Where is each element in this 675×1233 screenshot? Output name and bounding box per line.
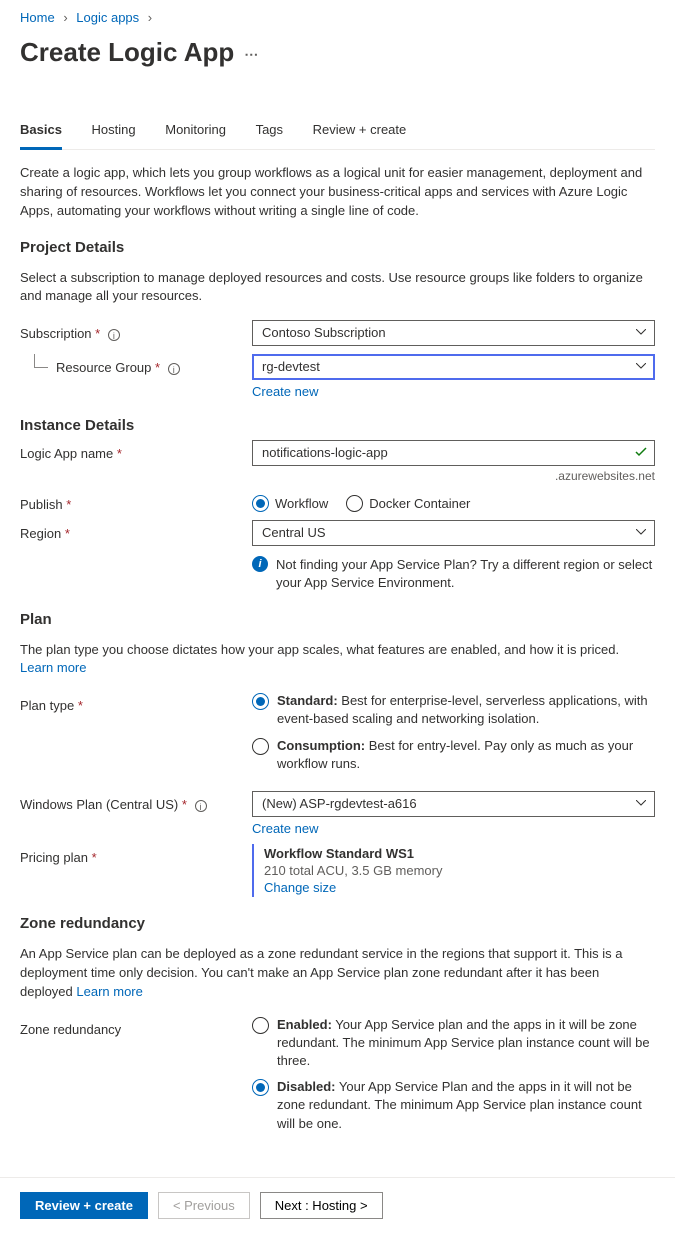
zone-redundancy-label: Zone redundancy bbox=[20, 1016, 252, 1037]
plan-heading: Plan bbox=[20, 611, 655, 628]
plan-type-standard-radio[interactable]: Standard: Best for enterprise-level, ser… bbox=[252, 692, 655, 728]
subscription-select[interactable]: Contoso Subscription bbox=[252, 320, 655, 346]
chevron-down-icon bbox=[636, 800, 646, 806]
region-select[interactable]: Central US bbox=[252, 520, 655, 546]
create-new-plan-link[interactable]: Create new bbox=[252, 821, 318, 836]
chevron-right-icon: › bbox=[63, 10, 67, 25]
zone-heading: Zone redundancy bbox=[20, 915, 655, 932]
page-title: Create Logic App⋯ bbox=[20, 37, 259, 68]
info-icon: i bbox=[252, 556, 268, 572]
create-new-rg-link[interactable]: Create new bbox=[252, 384, 318, 399]
tab-basics[interactable]: Basics bbox=[20, 114, 62, 150]
change-size-link[interactable]: Change size bbox=[264, 880, 336, 895]
plan-desc: The plan type you choose dictates how yo… bbox=[20, 641, 655, 679]
footer: Review + create < Previous Next : Hostin… bbox=[0, 1177, 675, 1233]
windows-plan-select[interactable]: (New) ASP-rgdevtest-a616 bbox=[252, 791, 655, 817]
tab-review[interactable]: Review + create bbox=[313, 114, 407, 147]
next-button[interactable]: Next : Hosting > bbox=[260, 1192, 383, 1219]
plan-type-label: Plan type * bbox=[20, 692, 252, 713]
zone-learn-more-link[interactable]: Learn more bbox=[76, 984, 142, 999]
publish-label: Publish * bbox=[20, 491, 252, 512]
zone-desc: An App Service plan can be deployed as a… bbox=[20, 945, 655, 1002]
review-create-button[interactable]: Review + create bbox=[20, 1192, 148, 1219]
info-icon[interactable]: i bbox=[195, 800, 207, 812]
region-label: Region * bbox=[20, 520, 252, 541]
region-info: i Not finding your App Service Plan? Try… bbox=[252, 556, 655, 592]
tabs: Basics Hosting Monitoring Tags Review + … bbox=[20, 114, 655, 150]
chevron-down-icon bbox=[636, 329, 646, 335]
publish-workflow-radio[interactable]: Workflow bbox=[252, 495, 328, 512]
windows-plan-label: Windows Plan (Central US) * i bbox=[20, 791, 252, 812]
resource-group-select[interactable]: rg-devtest bbox=[252, 354, 655, 380]
zone-disabled-radio[interactable]: Disabled: Your App Service Plan and the … bbox=[252, 1078, 655, 1133]
plan-learn-more-link[interactable]: Learn more bbox=[20, 660, 86, 675]
pricing-plan-card: Workflow Standard WS1 210 total ACU, 3.5… bbox=[252, 844, 655, 897]
logic-app-name-input[interactable]: notifications-logic-app bbox=[252, 440, 655, 466]
tab-monitoring[interactable]: Monitoring bbox=[165, 114, 226, 147]
plan-type-consumption-radio[interactable]: Consumption: Best for entry-level. Pay o… bbox=[252, 737, 655, 773]
logic-app-name-label: Logic App name * bbox=[20, 440, 252, 461]
info-icon[interactable]: i bbox=[108, 329, 120, 341]
project-details-heading: Project Details bbox=[20, 239, 655, 256]
domain-suffix: .azurewebsites.net bbox=[252, 469, 655, 483]
subscription-label: Subscription * i bbox=[20, 320, 252, 341]
chevron-down-icon bbox=[636, 529, 646, 535]
breadcrumb-home[interactable]: Home bbox=[20, 10, 55, 25]
pricing-plan-detail: 210 total ACU, 3.5 GB memory bbox=[264, 863, 655, 878]
tab-tags[interactable]: Tags bbox=[256, 114, 283, 147]
info-icon[interactable]: i bbox=[168, 363, 180, 375]
intro-text: Create a logic app, which lets you group… bbox=[20, 164, 655, 221]
chevron-down-icon bbox=[636, 363, 646, 369]
check-icon bbox=[635, 446, 647, 461]
zone-enabled-radio[interactable]: Enabled: Your App Service plan and the a… bbox=[252, 1016, 655, 1071]
chevron-right-icon: › bbox=[148, 10, 152, 25]
project-details-desc: Select a subscription to manage deployed… bbox=[20, 269, 655, 307]
pricing-plan-name: Workflow Standard WS1 bbox=[264, 846, 655, 861]
instance-details-heading: Instance Details bbox=[20, 417, 655, 434]
breadcrumb-logicapps[interactable]: Logic apps bbox=[76, 10, 139, 25]
previous-button: < Previous bbox=[158, 1192, 250, 1219]
more-icon[interactable]: ⋯ bbox=[244, 46, 259, 62]
publish-docker-radio[interactable]: Docker Container bbox=[346, 495, 470, 512]
breadcrumb: Home › Logic apps › bbox=[20, 10, 655, 25]
tab-hosting[interactable]: Hosting bbox=[92, 114, 136, 147]
pricing-plan-label: Pricing plan * bbox=[20, 844, 252, 865]
resource-group-label: Resource Group * i bbox=[20, 354, 252, 375]
